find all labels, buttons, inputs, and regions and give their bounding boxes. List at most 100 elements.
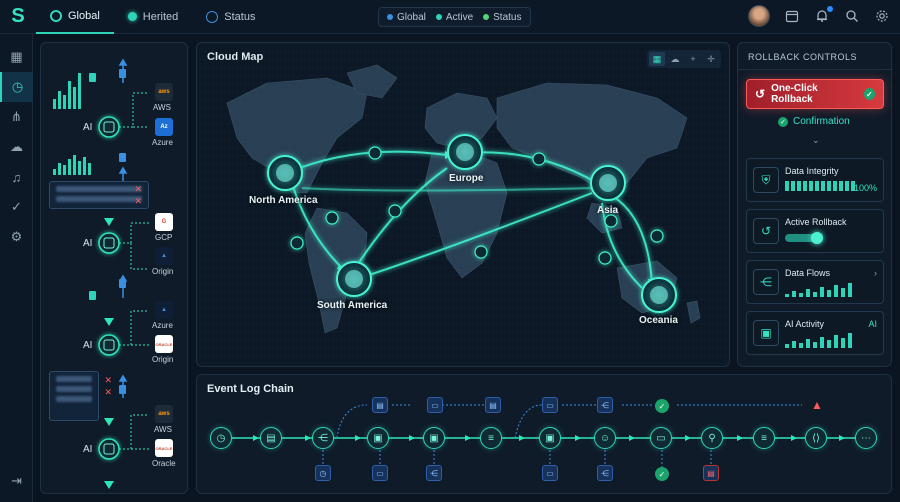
folder-icon[interactable]: ▭ <box>427 397 443 413</box>
region-label-north-america[interactable]: North America <box>249 195 318 206</box>
clock-icon[interactable]: ◷ <box>210 427 232 449</box>
reject-icon[interactable]: ✕ <box>134 196 142 207</box>
card-title: Data Flows <box>785 268 831 278</box>
gear-icon[interactable] <box>874 8 890 24</box>
reject-icon[interactable]: ✕ <box>104 387 112 398</box>
filter-active[interactable]: Active <box>435 11 474 23</box>
gear-icon[interactable]: ⚙ <box>0 222 33 252</box>
ai-stage-label: AI <box>83 238 93 249</box>
folder-icon[interactable]: ▭ <box>542 397 558 413</box>
reject-icon[interactable]: ✕ <box>134 184 142 195</box>
data-flows-card[interactable]: ⋲ Data Flows › <box>746 260 884 304</box>
dashboard-icon[interactable]: ▦ <box>0 42 33 72</box>
aws-icon[interactable]: aws <box>155 83 173 101</box>
share-icon[interactable]: ⋲ <box>597 397 613 413</box>
tab-label: Global <box>68 9 100 22</box>
filter-status[interactable]: Status <box>483 12 522 23</box>
card-title: Data Integrity <box>785 166 839 176</box>
folder-icon[interactable]: ▭ <box>650 427 672 449</box>
active-rollback-toggle[interactable] <box>785 232 823 244</box>
active-rollback-card[interactable]: ↺ Active Rollback <box>746 209 884 253</box>
tab-global[interactable]: Global <box>36 0 114 34</box>
confirmation-label: Confirmation <box>793 116 850 127</box>
ai-stage-label: AI <box>83 444 93 455</box>
search-icon[interactable] <box>844 8 860 24</box>
folder-icon[interactable]: ▭ <box>542 465 558 481</box>
cloud-label: Azure <box>152 321 173 330</box>
document-icon[interactable]: ▤ <box>485 397 501 413</box>
cloud-badge-text: ▲ <box>161 307 167 313</box>
chevron-right-icon[interactable]: › <box>874 268 877 278</box>
warning-icon[interactable]: ▲ <box>809 398 825 412</box>
clock-icon[interactable]: ◷ <box>0 72 33 102</box>
rollback-panel: ROLLBACK CONTROLS ↺ One-Click Rollback ✓… <box>737 42 893 367</box>
clock-icon[interactable]: ◷ <box>315 465 331 481</box>
share-icon[interactable]: ⋲ <box>312 427 334 449</box>
share-icon[interactable]: ⋲ <box>597 465 613 481</box>
aws-icon[interactable]: aws <box>155 405 173 423</box>
database-icon[interactable]: ≡ <box>753 427 775 449</box>
data-integrity-card[interactable]: ⛨ Data Integrity 100% <box>746 158 884 202</box>
globe-icon <box>50 9 62 22</box>
region-label-south-america[interactable]: South America <box>317 300 387 311</box>
share-icon[interactable]: ⋲ <box>426 465 442 481</box>
error-document-icon[interactable]: ▤ <box>703 465 719 481</box>
calendar-icon[interactable]: ▤ <box>260 427 282 449</box>
tab-herited[interactable]: Herited <box>114 0 192 34</box>
top-right-actions <box>748 5 890 27</box>
pipeline-panel: AI AI AI AI ✕ ✕ ✕ ✕ aws AWS Az Azure G G… <box>40 42 188 494</box>
app-logo[interactable]: S <box>0 0 36 34</box>
one-click-rollback-button[interactable]: ↺ One-Click Rollback ✓ <box>746 79 884 109</box>
check-icon[interactable]: ✓ <box>0 192 33 222</box>
origin-icon[interactable]: ▲ <box>155 247 173 265</box>
network-icon[interactable]: ⋔ <box>0 102 33 132</box>
card-title: Active Rollback <box>785 217 847 227</box>
ai-activity-card[interactable]: ▣ AI Activity AI <box>746 311 884 355</box>
cloud-icon[interactable]: ☁ <box>0 132 33 162</box>
history-icon: ↺ <box>753 218 779 244</box>
cloud-badge-text: ▲ <box>161 253 167 259</box>
code-icon[interactable]: ⟨⟩ <box>805 427 827 449</box>
integrity-progress <box>785 181 855 191</box>
bell-icon[interactable] <box>814 6 833 24</box>
cloud-label: Oracle <box>152 459 176 468</box>
region-label-oceania[interactable]: Oceania <box>639 315 678 326</box>
tab-status[interactable]: Status <box>192 0 269 34</box>
azure-icon[interactable]: ▲ <box>155 301 173 319</box>
cloud-badge-text: G <box>161 219 167 225</box>
ai-stage-label: AI <box>83 122 93 133</box>
filter-label: Active <box>445 11 474 23</box>
pending-change-card[interactable]: ✕ ✕ <box>49 371 112 421</box>
pending-change-card[interactable]: ✕ ✕ <box>49 181 149 209</box>
user-icon[interactable]: ☺ <box>594 427 616 449</box>
gcp-icon[interactable]: G <box>155 213 173 231</box>
oracle-icon[interactable]: ORACLE <box>155 335 173 353</box>
button-label: One-Click Rollback <box>771 83 818 105</box>
toggle-knob <box>811 232 823 244</box>
region-label-asia[interactable]: Asia <box>597 205 618 216</box>
cloud-label: Origin <box>152 355 174 364</box>
link-icon[interactable]: ⚲ <box>701 427 723 449</box>
database-icon[interactable]: ≡ <box>480 427 502 449</box>
region-label-europe[interactable]: Europe <box>449 173 483 184</box>
document-icon[interactable]: ▤ <box>372 397 388 413</box>
filter-global[interactable]: Global <box>387 12 426 23</box>
folder-icon[interactable]: ▭ <box>372 465 388 481</box>
redacted-text <box>56 186 142 192</box>
chip-icon[interactable]: ▣ <box>539 427 561 449</box>
calendar-icon[interactable] <box>784 8 800 24</box>
azure-icon[interactable]: Az <box>155 118 173 136</box>
avatar[interactable] <box>748 5 770 27</box>
chip-icon[interactable]: ▣ <box>367 427 389 449</box>
chip-icon[interactable]: ▣ <box>423 427 445 449</box>
ai-activity-sparkline <box>785 332 852 348</box>
more-icon[interactable]: ⋯ <box>855 427 877 449</box>
bell-icon[interactable]: ♫ <box>0 162 33 192</box>
reject-icon[interactable]: ✕ <box>104 375 112 386</box>
logout-icon[interactable]: ⇥ <box>0 466 33 496</box>
progress-segment <box>785 181 789 191</box>
status-dot-icon <box>127 12 137 21</box>
chevron-down-icon[interactable]: ⌄ <box>812 135 820 146</box>
redacted-text <box>56 196 142 202</box>
oracle-icon[interactable]: ORACLE <box>155 439 173 457</box>
